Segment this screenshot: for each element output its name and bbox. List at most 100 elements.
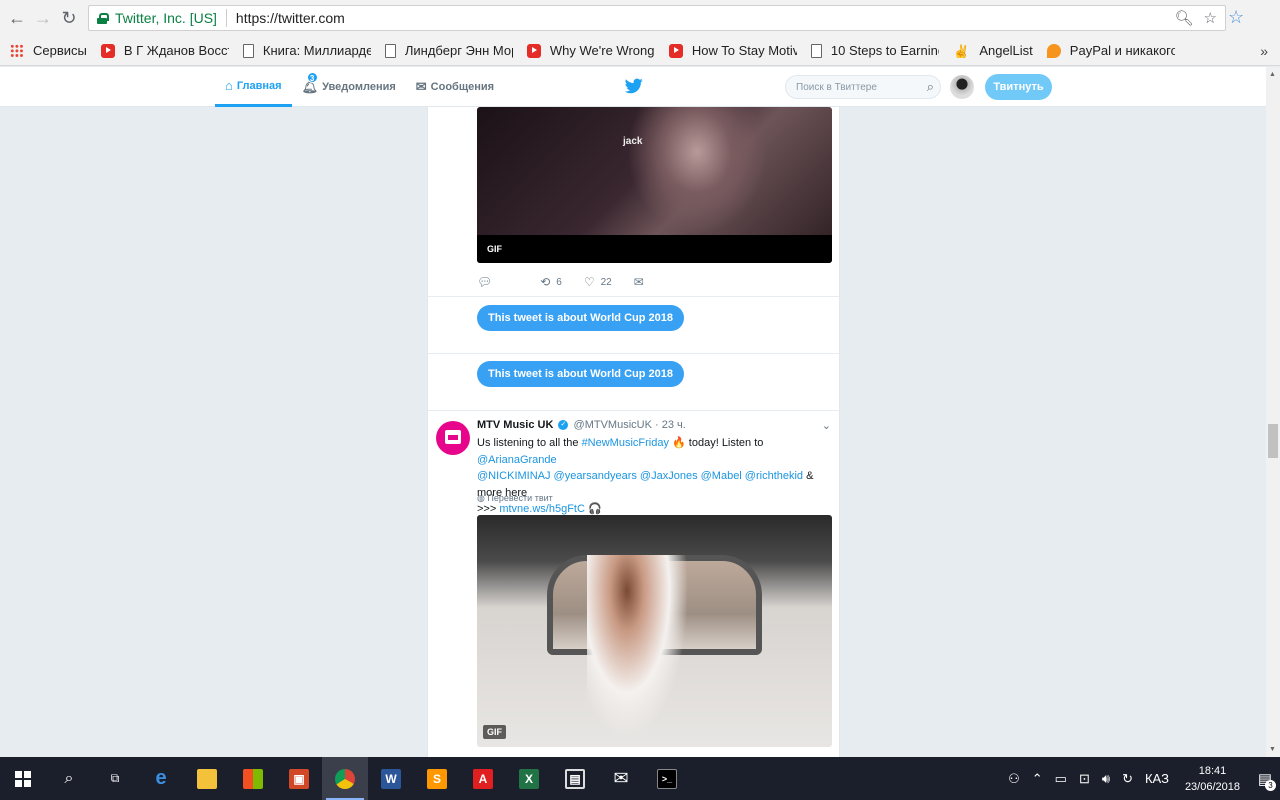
tweet-link[interactable]: mtvne.ws/h5gFtC <box>499 503 585 515</box>
folder-icon <box>197 768 217 789</box>
mention-links[interactable]: @NICKIMINAJ @yearsandyears @JaxJones @Ma… <box>477 470 803 482</box>
event-pill[interactable]: This tweet is about World Cup 2018 <box>477 361 684 387</box>
bookmark-item[interactable]: Линдберг Энн Морр <box>384 43 513 58</box>
verified-badge-icon: ✓ <box>558 420 569 431</box>
direct-message-button[interactable]: ✉ <box>634 275 650 289</box>
bookmark-label: Линдберг Энн Морр <box>404 43 513 58</box>
site-identity[interactable]: Twitter, Inc. [US] <box>115 10 217 26</box>
taskbar-app-chrome[interactable] <box>322 757 368 800</box>
bookmark-item[interactable]: В Г Жданов Восстан <box>100 43 229 58</box>
bookmark-item[interactable]: ✌ AngelList <box>953 43 1033 58</box>
url-separator <box>225 9 227 27</box>
tab-notifications[interactable]: 🔔︎ 3 Уведомления <box>292 67 406 107</box>
tweet-media-gif[interactable]: GIF <box>477 515 832 747</box>
extension-star-icon[interactable]: ☆ <box>1228 7 1244 28</box>
volume-icon[interactable]: 🔊︎ <box>1102 771 1110 787</box>
taskbar-app-store[interactable] <box>230 757 276 800</box>
gif-frame <box>627 107 767 235</box>
taskbar-app-edge[interactable]: e <box>138 757 184 800</box>
tweet-time[interactable]: · 23 ч. <box>655 419 686 431</box>
tweet-author-handle[interactable]: @MTVMusicUK <box>574 419 652 431</box>
bookmark-item[interactable]: Сервисы <box>10 43 87 58</box>
forward-button[interactable]: → <box>30 5 56 31</box>
sublime-icon: S <box>427 768 447 789</box>
timeline: jack GIF 💬︎ ⟲ 6 ♡ 22 ✉ This tweet is abo… <box>427 107 840 757</box>
taskbar-app-video[interactable]: ▤ <box>552 757 598 800</box>
taskbar-app-presentation[interactable]: ▣ <box>276 757 322 800</box>
bookmark-item[interactable]: Why We're Wrong A <box>526 43 655 58</box>
bookmark-star-icon[interactable]: ☆ <box>1204 9 1217 27</box>
reload-button[interactable]: ↻ <box>56 5 82 31</box>
mtv-avatar[interactable] <box>436 421 470 455</box>
zoom-icon[interactable]: 🔍︎ <box>1175 9 1194 27</box>
sync-icon[interactable]: ↻ <box>1122 771 1133 787</box>
chevron-down-icon[interactable]: ⌄ <box>822 419 831 432</box>
translate-tweet-link[interactable]: ◍ Перевести твит <box>477 493 553 504</box>
bookmark-label: Сервисы <box>33 43 87 58</box>
people-icon[interactable]: ⚇ <box>1008 771 1020 787</box>
taskbar-app-excel[interactable]: X <box>506 757 552 800</box>
event-pill[interactable]: This tweet is about World Cup 2018 <box>477 305 684 331</box>
page-icon <box>810 43 822 58</box>
start-button[interactable] <box>0 757 46 800</box>
word-icon: W <box>381 768 401 789</box>
taskbar-app-explorer[interactable] <box>184 757 230 800</box>
like-button[interactable]: ♡ 22 <box>584 275 612 289</box>
tweet-author-name[interactable]: MTV Music UK <box>477 419 553 431</box>
edge-icon: e <box>155 767 167 789</box>
taskbar-app-pdf[interactable]: A <box>460 757 506 800</box>
presentation-icon: ▣ <box>289 768 309 789</box>
language-indicator[interactable]: КАЗ <box>1145 771 1169 786</box>
page-icon <box>384 43 396 58</box>
chrome-icon <box>335 768 355 789</box>
tweet-media-gif[interactable]: jack GIF <box>477 107 832 263</box>
terminal-icon: >_ <box>657 768 677 789</box>
back-button[interactable]: ← <box>4 5 30 31</box>
like-count: 22 <box>600 276 612 288</box>
url-text[interactable]: https://twitter.com <box>236 10 345 26</box>
tab-messages[interactable]: ✉ Сообщения <box>406 67 504 107</box>
network-icon[interactable]: ⊡ <box>1079 771 1090 787</box>
action-center-button[interactable]: ▤ 3 <box>1250 757 1280 800</box>
scroll-down-icon[interactable]: ▼ <box>1269 746 1276 753</box>
taskbar-app-word[interactable]: W <box>368 757 414 800</box>
search-icon[interactable]: ⌕ <box>927 79 934 95</box>
hashtag-link[interactable]: #NewMusicFriday <box>582 437 669 449</box>
bookmark-item[interactable]: 10 Steps to Earning a <box>810 43 939 58</box>
address-bar[interactable]: Twitter, Inc. [US] https://twitter.com 🔍… <box>88 5 1226 31</box>
lock-icon <box>97 12 109 24</box>
bookmark-label: Why We're Wrong A <box>549 43 655 58</box>
bookmark-item[interactable]: PayPal и никакого м <box>1046 43 1175 58</box>
tweet-button[interactable]: Твитнуть <box>985 74 1052 100</box>
mention-link[interactable]: @ArianaGrande <box>477 454 557 466</box>
taskbar-app-terminal[interactable]: >_ <box>644 757 690 800</box>
avatar[interactable] <box>950 75 974 99</box>
clock[interactable]: 18:41 23/06/2018 <box>1185 763 1240 795</box>
taskbar-app-mail[interactable]: ✉ <box>598 757 644 800</box>
search-input[interactable]: Поиск в Твиттере ⌕ <box>785 75 941 99</box>
scroll-thumb[interactable] <box>1268 424 1278 458</box>
taskbar-search-button[interactable]: ⌕ <box>46 757 92 800</box>
twitter-bird-icon[interactable] <box>625 78 643 94</box>
task-view-button[interactable]: ⧉ <box>92 757 138 800</box>
reply-button[interactable]: 💬︎ <box>477 275 498 289</box>
reply-icon: 💬︎ <box>477 275 493 289</box>
bookmark-item[interactable]: Книга: Миллиардер <box>242 43 371 58</box>
retweet-button[interactable]: ⟲ 6 <box>540 275 562 289</box>
browser-toolbar: ← → ↻ Twitter, Inc. [US] https://twitter… <box>0 0 1280 36</box>
retweet-icon: ⟲ <box>540 275 551 289</box>
bookmark-item[interactable]: How To Stay Motivat <box>668 43 797 58</box>
tab-home[interactable]: ⌂ Главная <box>215 67 292 107</box>
taskbar-app-sublime[interactable]: S <box>414 757 460 800</box>
battery-icon[interactable]: ▭ <box>1055 771 1067 787</box>
chevron-up-icon[interactable]: ⌃ <box>1032 771 1043 787</box>
retweet-count: 6 <box>556 276 562 288</box>
scroll-up-icon[interactable]: ▲ <box>1269 71 1276 78</box>
more-bookmarks-button[interactable]: » <box>1260 43 1268 59</box>
notification-count: 3 <box>1265 780 1276 791</box>
translate-label: Перевести твит <box>487 493 553 503</box>
bell-icon: 🔔︎ 3 <box>301 72 319 94</box>
bookmark-label: How To Stay Motivat <box>691 43 797 58</box>
tab-label: Сообщения <box>430 81 495 93</box>
page-scrollbar[interactable]: ▲ ▼ <box>1266 67 1280 757</box>
